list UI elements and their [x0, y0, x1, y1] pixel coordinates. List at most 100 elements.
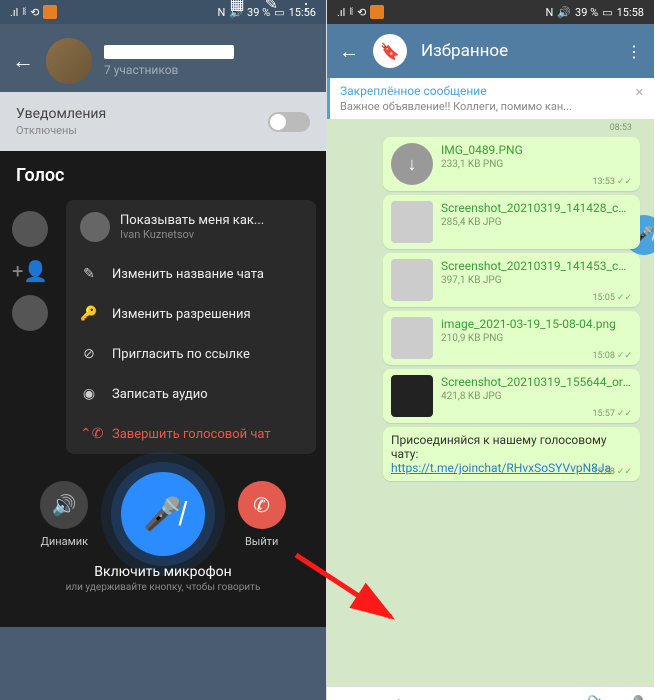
- message-time: 15:08: [592, 351, 614, 361]
- attach-icon[interactable]: 📎: [587, 695, 609, 700]
- record-icon: ◉: [80, 386, 98, 402]
- edit-icon[interactable]: ✎: [265, 0, 278, 13]
- chat-header: ← 🔖 Избранное ⋮: [327, 24, 654, 78]
- file-message[interactable]: image_2021-03-19_15-08-04.png 210,9 KB P…: [383, 311, 640, 365]
- pinned-title: Закреплённое сообщение: [340, 84, 572, 98]
- sync-icon: ⟲: [357, 6, 366, 19]
- voice-chat-title: Голос: [0, 151, 326, 194]
- link-icon: ⊘: [80, 346, 98, 362]
- image-thumbnail[interactable]: [391, 317, 433, 359]
- file-size: 421,8 KB JPG: [441, 391, 632, 402]
- file-message[interactable]: ↓ IMG_0489.PNG 233,1 KB PNG 13:53✓✓: [383, 137, 640, 191]
- nfc-icon: N: [217, 6, 225, 19]
- signal-icon: .ıl: [10, 6, 18, 19]
- add-person-icon[interactable]: +👤: [12, 259, 48, 283]
- menu-rename[interactable]: ✎Изменить название чата: [66, 254, 316, 294]
- menu-show-as[interactable]: Показывать меня как... Ivan Kuznetsov: [66, 200, 316, 254]
- file-message[interactable]: Screenshot_20210319_141428_com.andro... …: [383, 195, 640, 249]
- notif-title: Уведомления: [16, 106, 106, 122]
- mic-button[interactable]: 🎤̸: [121, 472, 205, 556]
- file-size: 210,9 KB PNG: [441, 333, 632, 344]
- file-name: image_2021-03-19_15-08-04.png: [441, 317, 632, 331]
- group-name: [104, 45, 234, 59]
- chat-area: 🎤̸ 08:53 ↓ IMG_0489.PNG 233,1 KB PNG 13:…: [327, 119, 654, 686]
- file-name: Screenshot_20210319_155644_org.telegram.…: [441, 375, 632, 389]
- group-avatar[interactable]: [46, 38, 92, 84]
- mic-icon[interactable]: 🎤: [622, 695, 644, 700]
- menu-label: Завершить голосовой чат: [112, 427, 271, 442]
- chat-title: Избранное: [421, 41, 612, 61]
- download-icon[interactable]: ↓: [391, 143, 433, 185]
- message-composer: ☺ 📎 🎤: [327, 686, 654, 700]
- mic-hint-sub: или удерживайте кнопку, чтобы говорить: [0, 582, 326, 603]
- mic-muted-icon: 🎤̸: [143, 495, 183, 533]
- image-thumbnail[interactable]: [391, 259, 433, 301]
- image-thumbnail[interactable]: [391, 201, 433, 243]
- message-text: Присоединяйся к нашему голосовому чату:: [391, 433, 607, 461]
- menu-sublabel: Ivan Kuznetsov: [120, 228, 264, 241]
- menu-label: Записать аудио: [112, 387, 208, 402]
- menu-label: Изменить название чата: [112, 267, 264, 282]
- group-header: ← 7 участников: [0, 24, 326, 92]
- menu-label: Пригласить по ссылке: [112, 347, 250, 362]
- menu-permissions[interactable]: 🔑 Изменить разрешения: [66, 294, 316, 334]
- leave-button[interactable]: ✆ Выйти: [238, 481, 286, 548]
- signal-icon: .ıl: [337, 6, 345, 19]
- wifi-icon: ⧛: [22, 5, 26, 19]
- app-icon: [370, 5, 384, 19]
- file-size: 285,4 KB JPG: [441, 217, 632, 228]
- notif-sub: Отключены: [16, 124, 106, 137]
- menu-invite[interactable]: ⊘ Пригласить по ссылке: [66, 334, 316, 374]
- notifications-row[interactable]: Уведомления Отключены: [0, 92, 326, 151]
- read-checks-icon: ✓✓: [617, 409, 632, 419]
- message-time: 13:53: [592, 177, 614, 187]
- status-bar: .ıl ⧛ ⟲ N 🔊 39 % ▭ 15:58: [327, 0, 654, 24]
- nfc-icon: N: [545, 6, 553, 19]
- more-icon[interactable]: ⋮: [298, 0, 314, 13]
- message-time: 15:58: [592, 467, 614, 477]
- group-subtitle: 7 участников: [104, 63, 314, 77]
- message-link[interactable]: https://t.me/joinchat/RHvxSoSYVvpN8Ja: [391, 461, 611, 475]
- battery-icon: ▭: [602, 6, 612, 19]
- clock: 15:58: [617, 6, 644, 19]
- read-checks-icon: ✓✓: [617, 351, 632, 361]
- user-avatar-icon: [80, 212, 110, 242]
- saved-messages-icon[interactable]: 🔖: [373, 34, 407, 68]
- notif-toggle[interactable]: [268, 112, 310, 132]
- pinned-message[interactable]: Закреплённое сообщение Важное объявление…: [327, 78, 654, 119]
- member-avatar[interactable]: [12, 295, 48, 331]
- file-name: Screenshot_20210319_141428_com.andro...: [441, 201, 632, 215]
- menu-end-call[interactable]: ⌃✆ Завершить голосовой чат: [66, 414, 316, 454]
- button-label: Выйти: [245, 535, 278, 548]
- text-message[interactable]: Присоединяйся к нашему голосовому чату: …: [383, 427, 640, 481]
- close-icon[interactable]: ✕: [635, 86, 644, 99]
- key-icon: 🔑: [80, 306, 98, 322]
- more-icon[interactable]: ⋮: [626, 42, 642, 61]
- menu-label: Изменить разрешения: [112, 307, 251, 322]
- hangup-icon: ✆: [253, 493, 270, 517]
- message-time: 15:05: [592, 293, 614, 303]
- image-thumbnail[interactable]: [391, 375, 433, 417]
- file-message[interactable]: Screenshot_20210319_155644_org.telegram.…: [383, 369, 640, 423]
- back-icon[interactable]: ←: [339, 39, 359, 64]
- file-message[interactable]: Screenshot_20210319_141453_com.andro... …: [383, 253, 640, 307]
- app-icon: [43, 5, 57, 19]
- speaker-icon: 🔊: [557, 6, 571, 19]
- member-avatar[interactable]: [12, 211, 48, 247]
- read-checks-icon: ✓✓: [617, 467, 632, 477]
- speaker-button[interactable]: 🔊 Динамик: [40, 481, 88, 548]
- read-checks-icon: ✓✓: [617, 293, 632, 303]
- back-icon[interactable]: ←: [12, 48, 34, 74]
- pinned-text: Важное объявление!! Коллеги, помимо кан.…: [340, 100, 572, 113]
- battery-text: 39 %: [575, 6, 598, 19]
- wifi-icon: ⧛: [349, 5, 353, 19]
- hangup-icon: ⌃✆: [80, 426, 98, 442]
- read-checks-icon: ✓✓: [617, 177, 632, 187]
- speaker-icon: 🔊: [52, 493, 77, 517]
- context-menu: Показывать меня как... Ivan Kuznetsov ✎И…: [66, 200, 316, 454]
- file-size: 233,1 KB PNG: [441, 159, 632, 170]
- broadcast-icon[interactable]: ▦: [229, 0, 244, 13]
- menu-record[interactable]: ◉ Записать аудио: [66, 374, 316, 414]
- menu-label: Показывать меня как...: [120, 213, 264, 228]
- emoji-icon[interactable]: ☺: [337, 695, 355, 700]
